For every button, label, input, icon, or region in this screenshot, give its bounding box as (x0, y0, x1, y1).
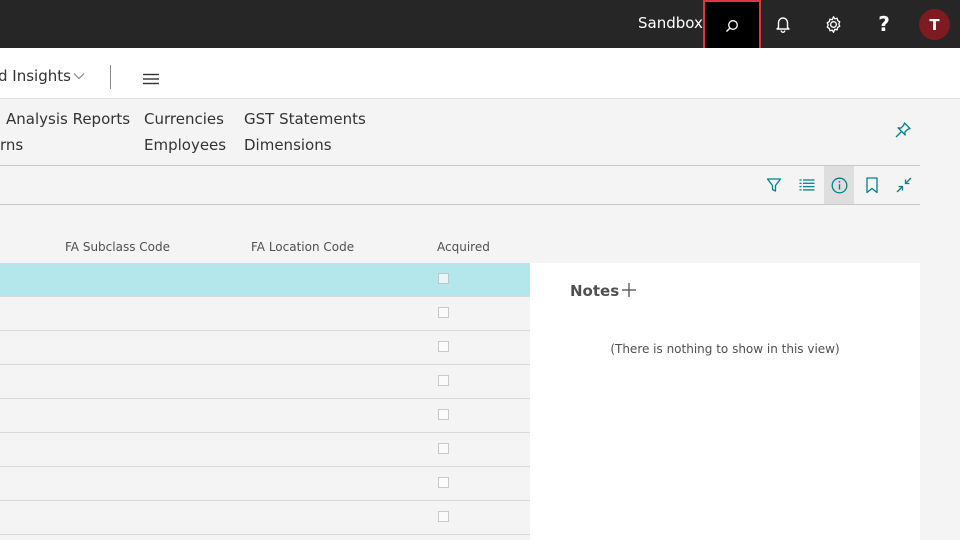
link-employees[interactable]: Employees (144, 136, 226, 154)
list-icon (799, 179, 815, 191)
table-row[interactable] (0, 331, 530, 365)
link-gst-statements[interactable]: GST Statements (244, 110, 366, 128)
acquired-checkbox[interactable] (438, 273, 449, 284)
acquired-checkbox[interactable] (438, 409, 449, 420)
gear-icon (826, 15, 840, 33)
search-icon (726, 19, 738, 32)
factbox-toggle-button[interactable] (824, 166, 854, 204)
notifications-button[interactable] (758, 0, 808, 48)
filter-button[interactable] (759, 166, 789, 204)
column-header-fa-location-code[interactable]: FA Location Code (251, 240, 354, 254)
link-currencies[interactable]: Currencies (144, 110, 224, 128)
list-action-bar (0, 166, 920, 205)
collapse-button[interactable] (889, 166, 919, 204)
role-center-title: d Insights (0, 67, 71, 85)
pin-button[interactable] (894, 121, 912, 143)
role-center-links: Analysis Reports rns Currencies Employee… (0, 99, 920, 166)
bookmark-button[interactable] (857, 166, 887, 204)
add-note-button[interactable] (621, 282, 637, 302)
link-analysis-reports[interactable]: Analysis Reports (6, 110, 130, 128)
question-icon: ? (878, 12, 890, 36)
column-header-acquired[interactable]: Acquired (437, 240, 490, 254)
role-center-menu[interactable]: d Insights (0, 67, 85, 85)
filter-icon (766, 178, 782, 192)
plus-icon (622, 283, 636, 297)
navigation-bar: d Insights (0, 48, 960, 99)
table-row[interactable] (0, 467, 530, 501)
search-button[interactable] (703, 0, 761, 51)
list-view-button[interactable] (792, 166, 822, 204)
info-icon (831, 177, 847, 193)
acquired-checkbox[interactable] (438, 307, 449, 318)
acquired-checkbox[interactable] (438, 375, 449, 386)
bell-icon (776, 17, 790, 33)
table-row[interactable] (0, 365, 530, 399)
collapse-icon (896, 177, 912, 193)
notes-factbox: Notes (There is nothing to show in this … (530, 263, 920, 540)
environment-name: Sandbox (638, 14, 703, 32)
empty-notes-message: (There is nothing to show in this view) (610, 342, 840, 356)
fixed-assets-list (0, 263, 530, 535)
nav-divider (110, 65, 111, 89)
table-row[interactable] (0, 297, 530, 331)
table-row[interactable] (0, 263, 530, 297)
link-returns[interactable]: rns (0, 136, 23, 154)
bookmark-icon (866, 176, 878, 193)
menu-button[interactable] (143, 70, 159, 89)
table-row[interactable] (0, 501, 530, 535)
help-button[interactable]: ? (859, 0, 909, 48)
app-header: Sandbox ? T (0, 0, 960, 51)
hamburger-icon (143, 73, 159, 85)
user-avatar[interactable]: T (919, 9, 950, 40)
notes-title: Notes (570, 282, 620, 300)
table-row[interactable] (0, 399, 530, 433)
pin-icon (895, 122, 911, 138)
acquired-checkbox[interactable] (438, 341, 449, 352)
link-dimensions[interactable]: Dimensions (244, 136, 332, 154)
acquired-checkbox[interactable] (438, 511, 449, 522)
column-header-fa-subclass-code[interactable]: FA Subclass Code (65, 240, 170, 254)
chevron-down-icon (73, 73, 85, 80)
table-row[interactable] (0, 433, 530, 467)
acquired-checkbox[interactable] (438, 477, 449, 488)
acquired-checkbox[interactable] (438, 443, 449, 454)
settings-button[interactable] (808, 0, 858, 48)
